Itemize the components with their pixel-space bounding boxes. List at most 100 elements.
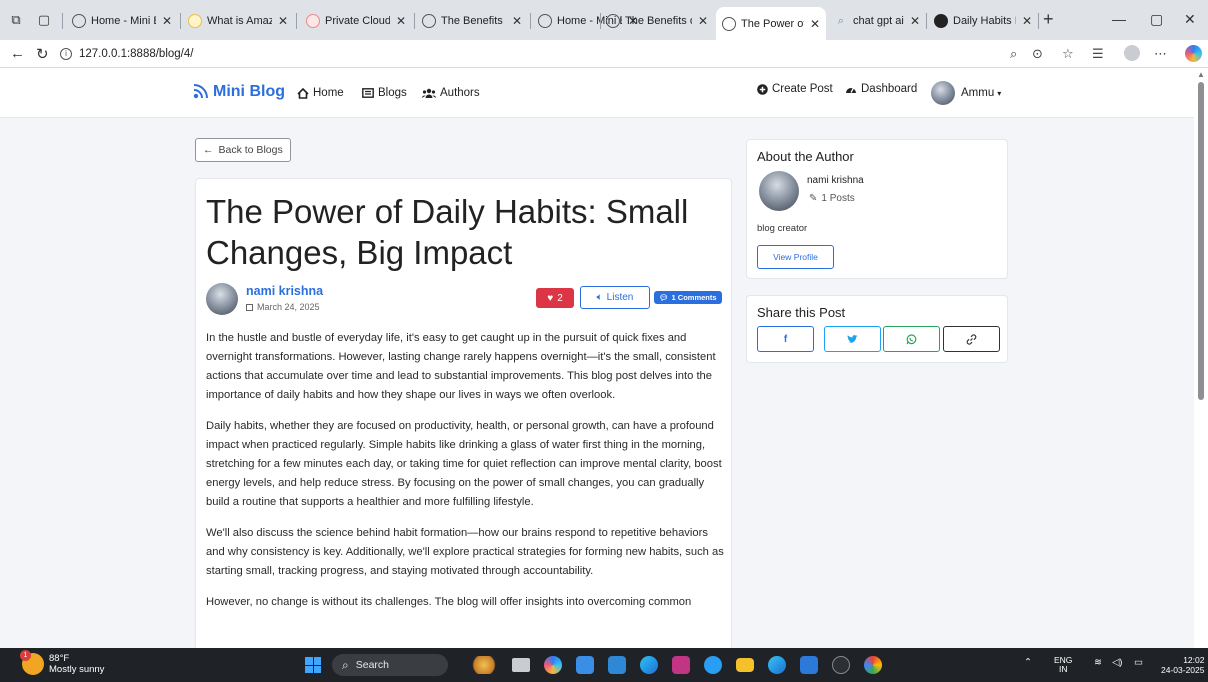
post-paragraph: In the hustle and bustle of everyday lif…	[206, 332, 716, 401]
url-text: 127.0.0.1:8888/blog/4/	[79, 48, 194, 60]
nav-home[interactable]: Home	[297, 87, 344, 99]
share-twitter-button[interactable]	[824, 326, 881, 352]
widget-bing-icon[interactable]	[470, 656, 498, 674]
nav-authors[interactable]: Authors	[422, 87, 480, 99]
comments-badge[interactable]: 💬︎ 1 Comments	[654, 291, 722, 304]
workspaces-icon[interactable]: ⧉	[8, 12, 24, 28]
home-icon	[297, 87, 309, 99]
copilot-icon[interactable]	[1185, 45, 1202, 62]
tab-title: The Benefits o	[625, 14, 692, 27]
chrome-icon[interactable]	[704, 656, 722, 674]
facebook-icon: f	[783, 333, 788, 345]
close-tab-icon[interactable]: ✕	[910, 14, 920, 28]
browser-app-icon[interactable]	[640, 656, 658, 674]
edge-icon[interactable]	[768, 656, 786, 674]
notification-badge: 1	[20, 650, 31, 661]
browser-tab[interactable]: The Benefits o ✕	[416, 7, 528, 34]
url-field[interactable]: i 127.0.0.1:8888/blog/4/	[60, 43, 1060, 65]
wifi-icon[interactable]: ≋	[1094, 657, 1102, 668]
share-whatsapp-button[interactable]	[883, 326, 940, 352]
share-facebook-button[interactable]: f	[757, 326, 814, 352]
close-tab-icon[interactable]: ✕	[698, 14, 708, 28]
post-body: In the hustle and bustle of everyday lif…	[206, 329, 726, 624]
favorite-star-icon[interactable]: ☆	[1062, 46, 1074, 62]
vscode-icon[interactable]	[800, 656, 818, 674]
brand-link[interactable]: Mini Blog	[192, 83, 285, 101]
more-page-icon[interactable]: ⊙	[1032, 46, 1043, 62]
task-view-icon[interactable]	[512, 658, 530, 672]
brand-name: Mini Blog	[213, 83, 285, 100]
tab-actions-icon[interactable]: ▢	[36, 12, 52, 28]
close-tab-icon[interactable]: ✕	[512, 14, 522, 28]
weather-text: 88°F Mostly sunny	[49, 653, 104, 675]
post-paragraph: However, no change is without its challe…	[206, 596, 692, 608]
copilot-app-icon[interactable]	[544, 656, 562, 674]
store-icon[interactable]	[576, 656, 594, 674]
favorites-list-icon[interactable]: ☰	[1092, 46, 1104, 62]
back-arrow-icon[interactable]: ←	[10, 45, 25, 62]
page-scrollbar[interactable]: ▲	[1194, 68, 1208, 648]
profile-avatar[interactable]	[1124, 45, 1140, 61]
share-copy-link-button[interactable]	[943, 326, 1000, 352]
user-menu-dropdown[interactable]: Ammu ▾	[931, 81, 1001, 105]
back-to-blogs-label: Back to Blogs	[218, 144, 283, 156]
taskbar-search-label: Search	[355, 659, 390, 671]
app-icon[interactable]	[608, 656, 626, 674]
close-tab-icon[interactable]: ✕	[810, 17, 820, 31]
site-info-icon[interactable]: i	[60, 48, 72, 60]
post-date-text: March 24, 2025	[257, 302, 320, 312]
address-bar: ← ↻ i 127.0.0.1:8888/blog/4/ ⌕ ⊙ ☆ ☰ ⋯	[0, 40, 1208, 68]
browser-tab[interactable]: Private Cloud ✕	[300, 7, 412, 34]
maximize-icon[interactable]: ▢	[1150, 11, 1163, 28]
listen-button[interactable]: 🔈︎ Listen	[580, 286, 650, 309]
battery-icon[interactable]: ▭	[1134, 657, 1143, 668]
close-tab-icon[interactable]: ✕	[1022, 14, 1032, 28]
language-indicator[interactable]: ENG IN	[1054, 656, 1072, 674]
scroll-up-arrow-icon[interactable]: ▲	[1197, 70, 1205, 79]
globe-icon	[538, 13, 552, 28]
nav-authors-label: Authors	[440, 87, 480, 99]
search-icon: ⌕	[342, 657, 349, 672]
view-profile-button[interactable]: View Profile	[757, 245, 834, 269]
browser-tab-active[interactable]: The Power of D ✕	[716, 7, 826, 40]
nav-blogs[interactable]: Blogs	[362, 87, 407, 99]
chevron-up-icon[interactable]: ⌃	[1024, 657, 1032, 668]
author-avatar[interactable]	[206, 283, 238, 315]
taskbar-search[interactable]: ⌕ Search	[332, 654, 448, 676]
browser-tab[interactable]: What is Amazo ✕	[182, 7, 294, 34]
windows-taskbar: 1 88°F Mostly sunny ⌕ Search ⌃ ENG IN ≋ …	[0, 648, 1208, 682]
nav-home-label: Home	[313, 87, 344, 99]
clock[interactable]: 12:02 24-03-2025	[1161, 655, 1204, 675]
zoom-icon[interactable]: ⌕	[1010, 46, 1017, 62]
windows-start-icon[interactable]	[305, 657, 321, 673]
user-name: Ammu	[961, 87, 995, 99]
back-to-blogs-button[interactable]: ← Back to Blogs	[195, 138, 291, 162]
new-tab-button[interactable]: +	[1043, 9, 1054, 30]
file-explorer-icon[interactable]	[736, 658, 754, 672]
browser-tab[interactable]: Daily Habits Ir ✕	[928, 7, 1038, 34]
close-window-icon[interactable]: ✕	[1184, 11, 1196, 28]
browser-tab[interactable]: ⌕ chat gpt ai - S ✕	[828, 7, 926, 34]
minimize-icon[interactable]: —	[1112, 11, 1126, 27]
scrollbar-thumb[interactable]	[1198, 82, 1204, 400]
about-author-card: About the Author nami krishna ✎ 1 Posts …	[746, 139, 1008, 279]
author-name-link[interactable]: nami krishna	[246, 284, 323, 298]
tab-title: The Power of D	[741, 17, 804, 30]
browser-tab[interactable]: Home - Mini B ✕	[66, 7, 178, 34]
weather-widget[interactable]: 1 88°F Mostly sunny	[20, 650, 104, 675]
chatgpt-icon	[934, 13, 948, 28]
close-tab-icon[interactable]: ✕	[278, 14, 288, 28]
app-icon[interactable]	[672, 656, 690, 674]
volume-icon[interactable]: ◁)	[1112, 657, 1122, 668]
like-button[interactable]: ♥ 2	[536, 288, 574, 308]
close-tab-icon[interactable]: ✕	[396, 14, 406, 28]
dashboard-link[interactable]: Dashboard	[845, 83, 917, 95]
app-icon[interactable]	[832, 656, 850, 674]
globe-icon	[606, 13, 620, 28]
close-tab-icon[interactable]: ✕	[162, 14, 172, 28]
chrome-alt-icon[interactable]	[864, 656, 882, 674]
refresh-icon[interactable]: ↻	[36, 45, 49, 63]
browser-tab[interactable]: The Benefits o ✕	[600, 7, 714, 34]
settings-more-icon[interactable]: ⋯	[1154, 46, 1167, 62]
create-post-link[interactable]: Create Post	[757, 83, 833, 95]
